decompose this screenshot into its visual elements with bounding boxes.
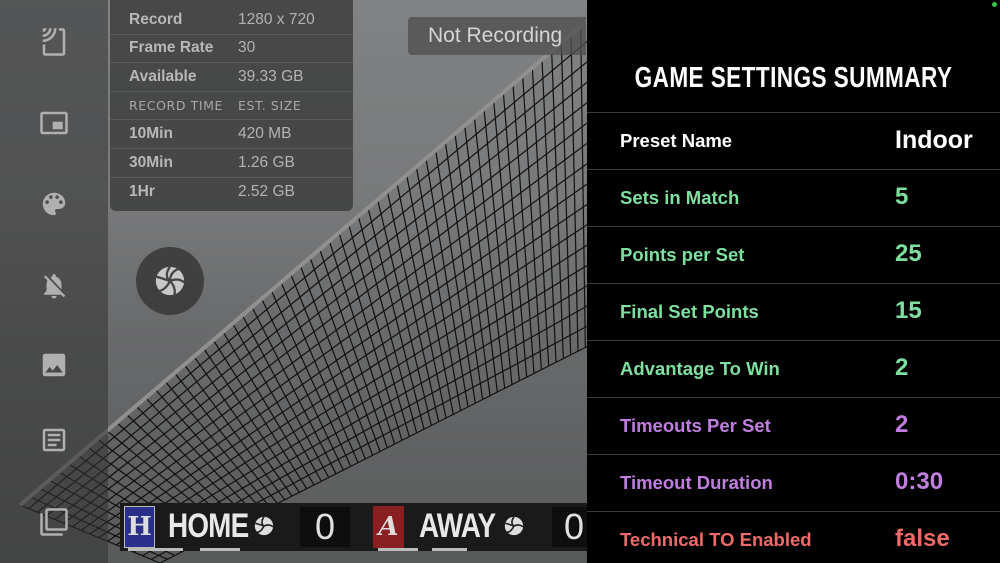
summary-row-value: 0:30 (895, 468, 944, 495)
home-serve-volleyball-icon (254, 516, 274, 536)
copy-icon[interactable] (38, 506, 70, 538)
recording-info-panel: Record 1280 x 720 Frame Rate 30 Availabl… (110, 0, 353, 211)
summary-row-value: false (895, 525, 950, 552)
summary-row-value: 25 (895, 240, 922, 267)
est-size-header: EST. SIZE (238, 98, 302, 114)
advantage-to-win-row: Advantage To Win 2 (587, 340, 1000, 397)
volleyball-icon (155, 266, 185, 296)
estimate-size: 420 MB (238, 125, 292, 143)
sidebar (0, 0, 108, 563)
image-icon[interactable] (38, 349, 70, 381)
volleyball-action-button[interactable] (136, 247, 204, 315)
estimate-table-header: RECORD TIME EST. SIZE (110, 92, 353, 121)
summary-row-value: Indoor (895, 126, 973, 154)
sets-in-match-row: Sets in Match 5 (587, 169, 1000, 226)
scoreboard: H HOME 0 A AWAY 0 (120, 503, 587, 551)
estimate-row: 10Min 420 MB (110, 120, 353, 149)
palette-icon[interactable] (38, 188, 70, 220)
article-icon[interactable] (38, 424, 70, 456)
home-logo-letter: H (127, 512, 152, 542)
summary-row-label: Timeouts Per Set (620, 415, 771, 436)
available-value: 39.33 GB (238, 67, 304, 85)
timeouts-per-set-row: Timeouts Per Set 2 (587, 397, 1000, 454)
final-set-points-row: Final Set Points 15 (587, 283, 1000, 340)
points-per-set-row: Points per Set 25 (587, 226, 1000, 283)
away-serve-volleyball-icon (504, 516, 524, 536)
record-value: 1280 x 720 (238, 10, 315, 28)
record-resolution-row: Record 1280 x 720 (110, 6, 353, 35)
estimate-row: 30Min 1.26 GB (110, 149, 353, 178)
status-dot (992, 2, 997, 7)
estimate-size: 2.52 GB (238, 182, 295, 200)
summary-row-value: 15 (895, 297, 922, 324)
notifications-off-icon[interactable] (38, 270, 70, 302)
estimate-size: 1.26 GB (238, 153, 295, 171)
frame-rate-row: Frame Rate 30 (110, 35, 353, 64)
record-label: Record (129, 10, 183, 28)
home-underline (128, 548, 183, 551)
summary-row-value: 2 (895, 411, 909, 438)
game-settings-summary-panel: GAME SETTINGS SUMMARY Preset Name Indoor S… (587, 0, 1000, 563)
home-team-name: HOME (168, 507, 249, 545)
estimate-time: 30Min (129, 153, 173, 171)
summary-row-label: Advantage To Win (620, 358, 780, 379)
home-underline (200, 548, 240, 551)
summary-row-label: Final Set Points (620, 301, 759, 322)
summary-row-label: Preset Name (620, 130, 733, 151)
summary-row-label: Technical TO Enabled (620, 529, 812, 550)
summary-row-label: Points per Set (620, 244, 745, 265)
away-logo-letter: A (378, 512, 399, 542)
technical-to-enabled-row: Technical TO Enabled false (587, 511, 1000, 563)
timeout-duration-row: Timeout Duration 0:30 (587, 454, 1000, 511)
estimate-row: 1Hr 2.52 GB (110, 178, 353, 207)
available-row: Available 39.33 GB (110, 63, 353, 92)
record-time-header: RECORD TIME (129, 98, 224, 114)
frame-rate-label: Frame Rate (129, 39, 214, 57)
summary-row-label: Timeout Duration (620, 472, 773, 493)
recording-status-badge: Not Recording (408, 17, 586, 55)
cast-icon[interactable] (38, 26, 70, 58)
preset-name-row: Preset Name Indoor (587, 112, 1000, 169)
picture-in-picture-icon[interactable] (38, 107, 70, 139)
home-team-logo: H (124, 506, 155, 548)
estimate-time: 10Min (129, 125, 173, 143)
away-underline (378, 548, 418, 551)
away-team-logo: A (373, 506, 404, 548)
frame-rate-value: 30 (238, 39, 256, 57)
home-score: 0 (300, 506, 350, 547)
summary-row-value: 5 (895, 183, 909, 210)
summary-title: GAME SETTINGS SUMMARY (634, 62, 953, 94)
away-team-name: AWAY (419, 507, 496, 545)
away-underline (432, 548, 467, 551)
estimate-time: 1Hr (129, 182, 155, 200)
away-score: 0 (552, 506, 587, 547)
summary-row-label: Sets in Match (620, 187, 740, 208)
available-label: Available (129, 67, 197, 85)
summary-row-value: 2 (895, 354, 909, 381)
